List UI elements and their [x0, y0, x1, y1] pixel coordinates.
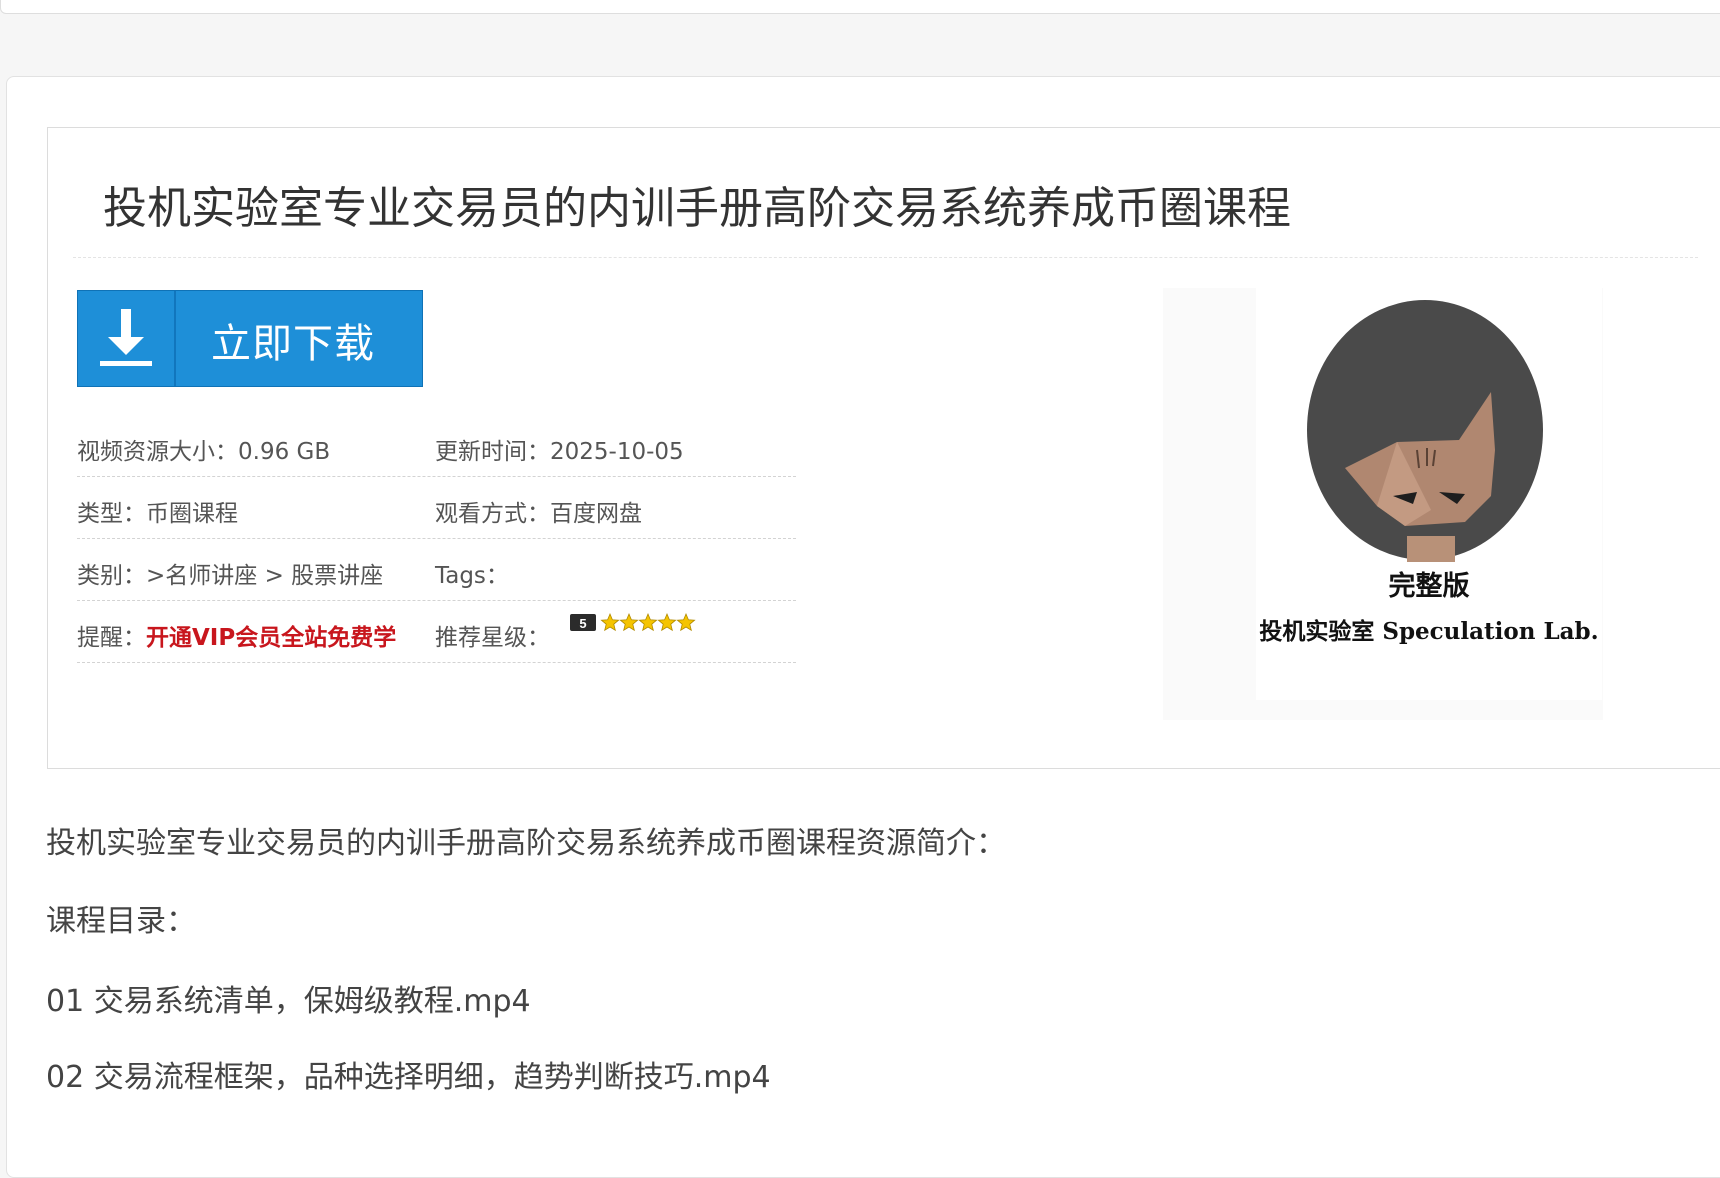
vip-link[interactable]: 开通VIP会员全站免费学: [146, 625, 396, 651]
page-title: 投机实验室专业交易员的内训手册高阶交易系统养成币圈课程: [103, 183, 1291, 234]
star-icon: [676, 612, 696, 632]
watch-method: 观看方式：百度网盘: [435, 501, 642, 527]
reminder: 提醒：开通VIP会员全站免费学: [77, 618, 396, 652]
cover-caption-1: 完整版: [1388, 571, 1470, 602]
download-button[interactable]: 立即下载: [77, 290, 423, 387]
rating-label: 推荐星级：: [435, 625, 550, 651]
cover-image: 完整版 投机实验室 Speculation Lab.: [1163, 288, 1603, 720]
toc-item: 01 交易系统清单，保姆级教程.mp4: [46, 984, 531, 1019]
resource-type: 类型：币圈课程: [77, 501, 238, 527]
toc-item: 02 交易流程框架，品种选择明细，趋势判断技巧.mp4: [46, 1060, 771, 1095]
download-arrow-icon: [78, 291, 176, 386]
cover-caption-2: 投机实验室 Speculation Lab.: [1259, 618, 1599, 645]
cover-card: 完整版 投机实验室 Speculation Lab.: [1256, 288, 1602, 700]
meta-row-type: 类型：币圈课程 观看方式：百度网盘: [77, 476, 796, 539]
resource-intro: 投机实验室专业交易员的内训手册高阶交易系统养成币圈课程资源简介：: [46, 826, 1006, 861]
meta-row-category: 类别：>名师讲座 > 股票讲座 Tags：: [77, 538, 796, 601]
reminder-label: 提醒：: [77, 625, 146, 651]
star-icon: [657, 612, 677, 632]
update-time: 更新时间：2025-10-05: [435, 439, 684, 465]
meta-row-reminder: 提醒：开通VIP会员全站免费学 推荐星级： 5: [77, 600, 796, 663]
cat-avatar-icon: [1307, 300, 1543, 562]
top-header-bar: [0, 0, 1720, 14]
toc-heading: 课程目录：: [46, 904, 196, 939]
rating-badge-text: 5: [579, 616, 586, 631]
download-button-label: 立即下载: [211, 321, 375, 367]
tags-label: Tags：: [435, 563, 509, 589]
rating-stars: 5: [570, 612, 696, 632]
category-breadcrumb[interactable]: 类别：>名师讲座 > 股票讲座: [77, 556, 383, 590]
title-divider: [73, 257, 1698, 258]
star-icon: [619, 612, 639, 632]
star-icon: [638, 612, 658, 632]
resource-size: 视频资源大小：0.96 GB: [77, 439, 331, 465]
star-icon: [600, 612, 620, 632]
meta-row-size: 视频资源大小：0.96 GB 更新时间：2025-10-05: [77, 414, 796, 477]
